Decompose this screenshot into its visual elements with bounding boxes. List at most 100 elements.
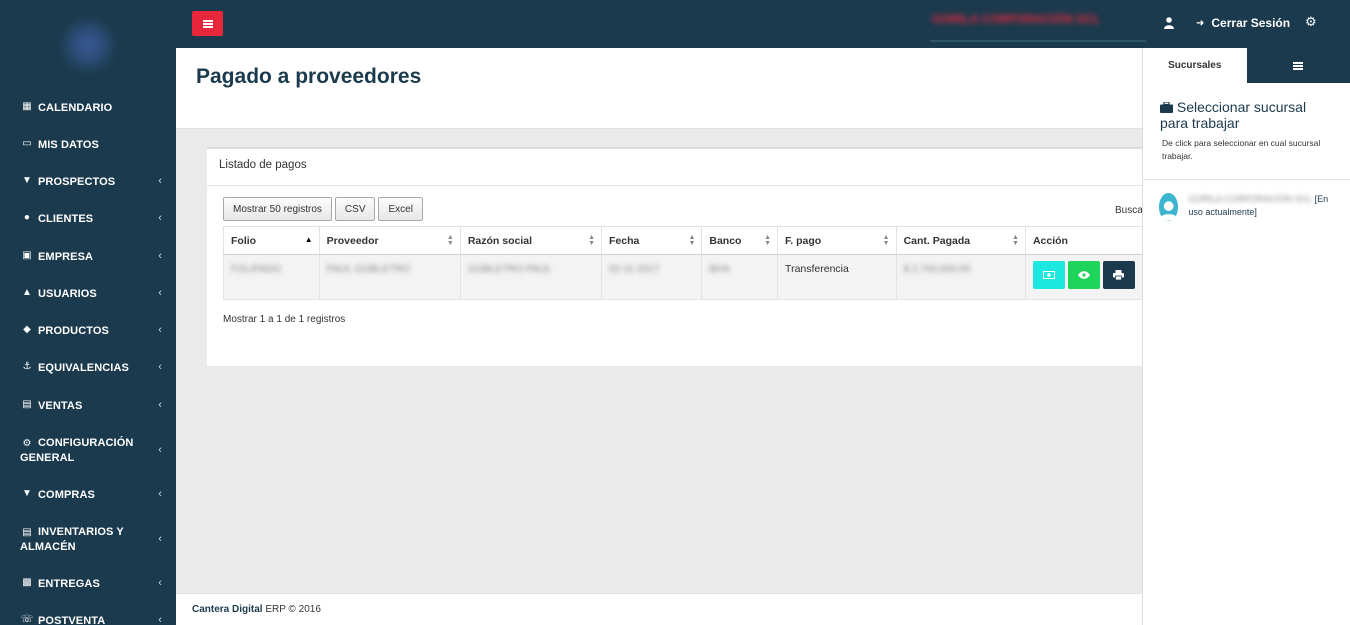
sort-icon: ▲ ▼ <box>446 234 454 247</box>
branches-panel: Sucursales Seleccionar sucursal para tra… <box>1142 48 1350 625</box>
sort-icon: ▲ ▼ <box>1012 234 1019 247</box>
table-row: FOLIPADO PAUL GOBLETRO GOBLETRO PAUL 02-… <box>223 254 1142 300</box>
sign-out-icon: ➜ <box>1196 17 1205 29</box>
sidebar: ▦ CALENDARIO ▭ MIS DATOS ▼ PROSPECTOS ‹ … <box>0 0 176 625</box>
chevron-left-icon: ‹ <box>158 361 162 373</box>
branches-header: Seleccionar sucursal para trabajar De cl… <box>1143 83 1350 180</box>
column-header-f-pago[interactable]: F. pago ▲ ▼ <box>777 226 897 255</box>
sort-icon: ▲ ▼ <box>688 234 696 247</box>
footer-brand: Cantera Digital <box>192 604 263 615</box>
sidebar-item-empresa[interactable]: ▣ EMPRESA ‹ <box>0 250 176 265</box>
table-info: Mostrar 1 a 1 de 1 registros <box>223 314 346 325</box>
table-buttons: Mostrar 50 registros CSV Excel <box>223 197 423 221</box>
tab-sucursales[interactable]: Sucursales <box>1143 48 1247 83</box>
gear-icon[interactable]: ⚙ <box>1305 14 1317 30</box>
menu-toggle-button[interactable] <box>192 11 223 36</box>
cell-banco: BHA <box>709 264 730 275</box>
cart-icon: ▼ <box>22 488 32 499</box>
company-name[interactable]: GORILA CORPORACIÓN SCL <box>932 12 1144 28</box>
column-header-razon-social[interactable]: Razón social ▲ ▼ <box>459 226 603 255</box>
cell-proveedor: PAUL GOBLETRO <box>326 264 410 275</box>
sort-icon: ▲ ▼ <box>882 234 890 247</box>
logout-button[interactable]: ➜ Cerrar Sesión <box>1196 16 1290 30</box>
sidebar-item-prospectos[interactable]: ▼ PROSPECTOS ‹ <box>0 175 176 190</box>
company-underline <box>930 40 1146 42</box>
sidebar-item-entregas[interactable]: ▩ ENTREGAS ‹ <box>0 577 176 592</box>
chevron-left-icon: ‹ <box>158 444 162 456</box>
branch-item[interactable]: GORILA CORPORACIÓN SCL [En uso actualmen… <box>1143 180 1350 234</box>
sort-icon: ▲ ▼ <box>588 234 596 247</box>
sidebar-item-productos[interactable]: ◆ PRODUCTOS ‹ <box>0 324 176 339</box>
print-button[interactable] <box>1102 261 1135 289</box>
building-icon: ▣ <box>22 250 32 261</box>
user-icon: ▲ <box>22 287 32 298</box>
excel-button[interactable]: Excel <box>378 197 423 221</box>
column-header-folio[interactable]: Folio ▲ <box>223 226 320 255</box>
chevron-left-icon: ‹ <box>158 577 162 589</box>
branches-subtitle: De click para seleccionar en cual sucurs… <box>1162 138 1321 161</box>
branches-title: Seleccionar sucursal para trabajar <box>1160 99 1307 131</box>
search-label: Busca <box>1115 205 1143 216</box>
sort-icon: ▲ ▼ <box>764 234 772 247</box>
branch-name: GORILA CORPORACIÓN SCL <box>1188 194 1313 204</box>
page-header: Pagado a proveedores <box>176 48 1142 129</box>
table-header-row: Folio ▲ Proveedor ▲ ▼ Razón social ▲ ▼ Fecha ▲… <box>223 226 1142 255</box>
show-entries-button[interactable]: Mostrar 50 registros <box>223 197 332 221</box>
column-header-proveedor[interactable]: Proveedor ▲ ▼ <box>318 226 461 255</box>
company-logo[interactable] <box>0 0 176 90</box>
column-header-fecha[interactable]: Fecha ▲ ▼ <box>601 226 703 255</box>
chevron-left-icon: ‹ <box>158 250 162 262</box>
money-icon <box>1042 271 1055 279</box>
column-header-cant-pagada[interactable]: Cant. Pagada ▲ ▼ <box>895 226 1026 255</box>
sidebar-item-inventarios[interactable]: ▤ INVENTARIOS Y ALMACÉN ‹ <box>0 525 176 555</box>
laptop-icon: ▭ <box>22 138 32 149</box>
sidebar-item-postventa[interactable]: ☏ POSTVENTA ‹ <box>0 614 176 625</box>
cell-f-pago: Transferencia <box>785 263 849 275</box>
sidebar-item-compras[interactable]: ▼ COMPRAS ‹ <box>0 488 176 503</box>
sidebar-item-calendario[interactable]: ▦ CALENDARIO <box>0 101 132 116</box>
row-actions <box>1032 261 1135 289</box>
sidebar-item-usuarios[interactable]: ▲ USUARIOS ‹ <box>0 287 176 302</box>
payment-button[interactable] <box>1032 261 1065 289</box>
column-header-banco[interactable]: Banco ▲ ▼ <box>701 226 779 255</box>
briefcase-icon <box>1160 101 1173 113</box>
page-title: Pagado a proveedores <box>196 65 422 88</box>
sidebar-item-configuracion-general[interactable]: ⚙ CONFIGURACIÓN GENERAL ‹ <box>0 436 176 466</box>
filter-icon: ▼ <box>22 175 32 186</box>
sidebar-item-ventas[interactable]: ▤ VENTAS ‹ <box>0 399 176 414</box>
list-icon <box>1293 61 1304 70</box>
chevron-left-icon: ‹ <box>158 324 162 336</box>
sidebar-item-equivalencias[interactable]: ⚓ EQUIVALENCIAS ‹ <box>0 361 176 376</box>
car-icon: ▩ <box>22 577 32 588</box>
chevron-left-icon: ‹ <box>158 287 162 299</box>
footer: Cantera Digital ERP © 2016 <box>176 593 1142 625</box>
top-header: GORILA CORPORACIÓN SCL ➜ Cerrar Sesión ⚙ <box>176 0 1350 48</box>
hamburger-icon <box>202 19 213 28</box>
box-icon: ▤ <box>22 527 32 538</box>
main-content: Pagado a proveedores Listado de pagos Mo… <box>176 48 1143 625</box>
anchor-icon: ⚓ <box>22 361 32 372</box>
gear-icon: ⚙ <box>22 438 32 449</box>
cell-razon-social: GOBLETRO PAUL <box>467 264 552 275</box>
print-icon <box>1113 270 1125 280</box>
payments-table: Folio ▲ Proveedor ▲ ▼ Razón social ▲ ▼ Fecha ▲… <box>223 226 1142 300</box>
csv-button[interactable]: CSV <box>334 197 376 221</box>
cube-icon: ◆ <box>23 324 31 335</box>
user-avatar-icon <box>1159 201 1179 221</box>
tab-menu[interactable] <box>1246 48 1350 83</box>
eye-icon <box>1077 271 1090 279</box>
users-icon: ● <box>23 212 31 223</box>
cell-fecha: 02-11-2017 <box>609 264 660 275</box>
sidebar-item-mis-datos[interactable]: ▭ MIS DATOS <box>0 138 119 153</box>
sidebar-item-clientes[interactable]: ● CLIENTES ‹ <box>0 212 176 227</box>
user-icon[interactable] <box>1164 17 1174 29</box>
avatar <box>1159 193 1179 221</box>
sort-asc-icon: ▲ <box>304 235 313 244</box>
panel-heading: Listado de pagos <box>207 149 1142 186</box>
view-button[interactable] <box>1067 261 1100 289</box>
chevron-left-icon: ‹ <box>158 399 162 411</box>
chevron-left-icon: ‹ <box>158 212 162 224</box>
column-header-accion: Acción <box>1024 226 1142 255</box>
payments-panel: Listado de pagos Mostrar 50 registros CS… <box>207 147 1143 366</box>
cell-cant-pagada: $ 2,750,000.00 <box>903 264 971 275</box>
